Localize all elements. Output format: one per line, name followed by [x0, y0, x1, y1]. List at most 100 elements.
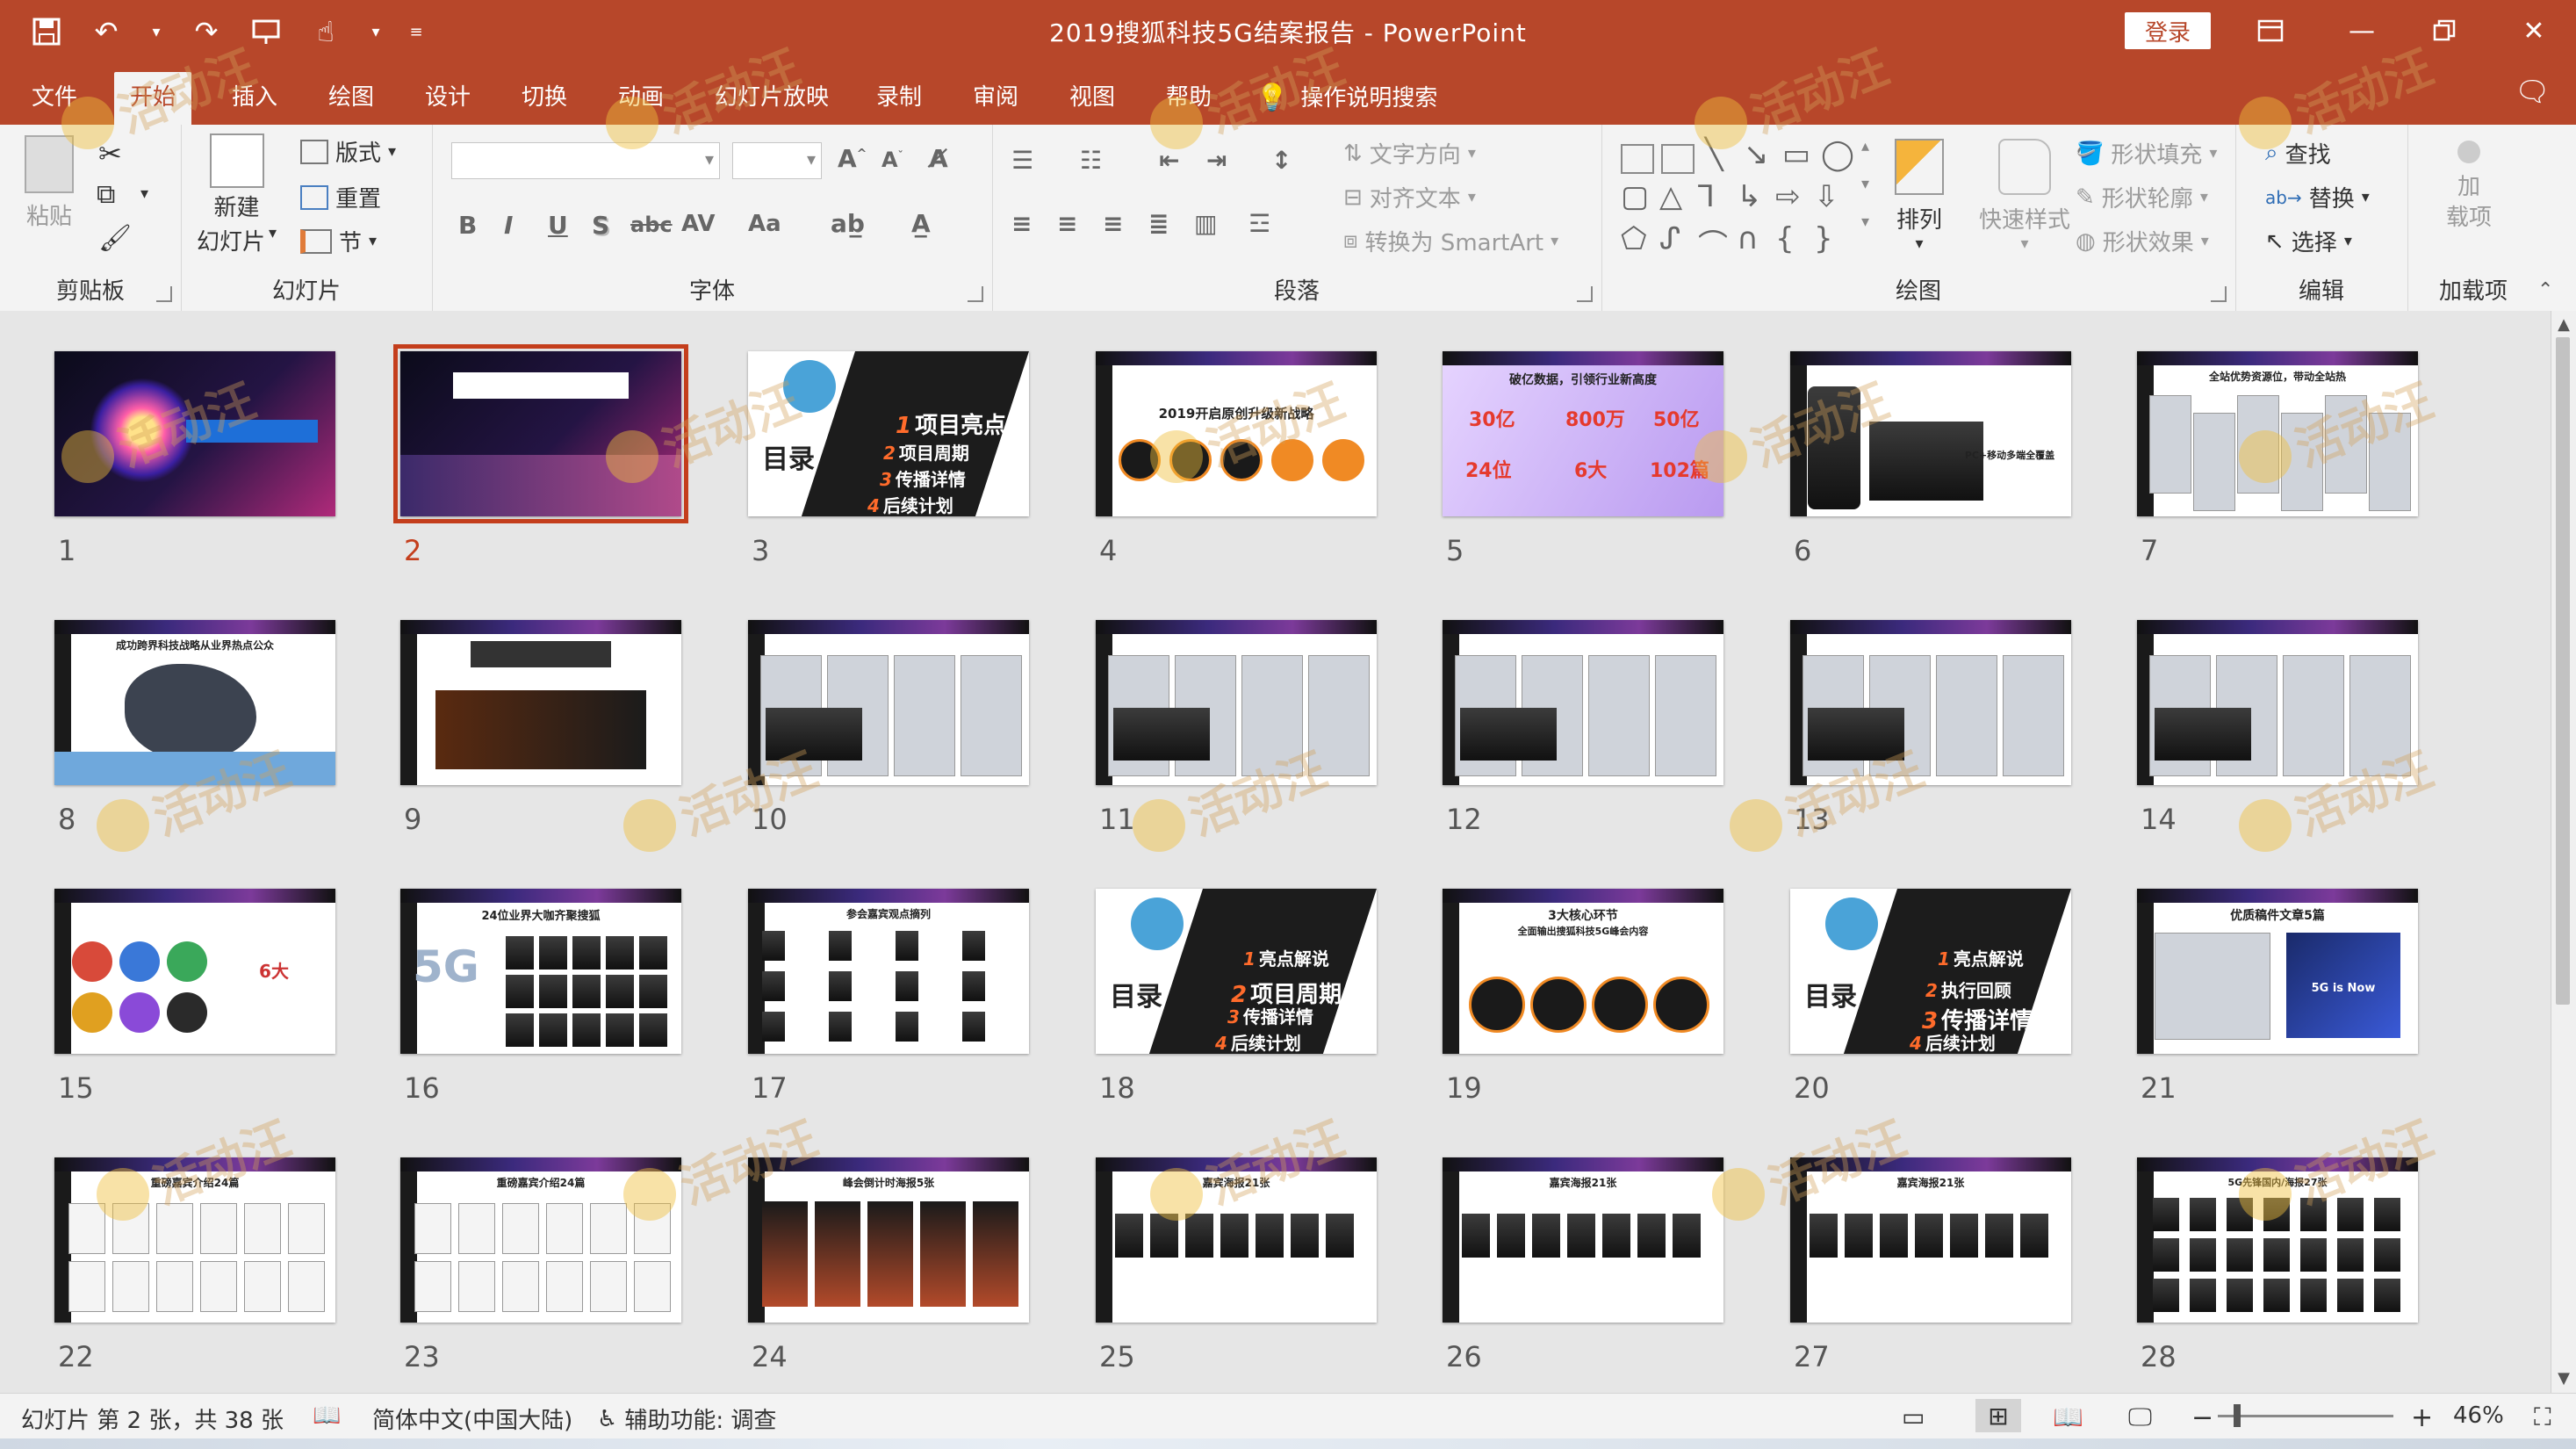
font-launcher-icon[interactable] [968, 286, 983, 302]
login-button[interactable]: 登录 [2125, 12, 2211, 49]
quick-styles-button[interactable]: 快速样式 ▾ [1979, 139, 2070, 253]
tab-help[interactable]: 帮助 [1150, 72, 1227, 125]
slide-thumbnail-16[interactable]: 24位业界大咖齐聚搜狐 5G [400, 889, 681, 1054]
select-button[interactable]: ↖ 选择 ▾ [2265, 225, 2352, 257]
shape-arrow-icon[interactable]: ↘ [1744, 137, 1769, 172]
clear-format-icon[interactable]: A̸ [929, 144, 948, 173]
tab-slideshow[interactable]: 幻灯片放映 [699, 72, 845, 125]
ribbon-display-icon[interactable] [2244, 9, 2297, 53]
shape-textbox-icon[interactable] [1621, 144, 1654, 174]
shape-fill-button[interactable]: 🪣 形状填充 ▾ [2076, 137, 2217, 169]
slide-thumbnail-11[interactable] [1096, 620, 1377, 785]
slide-count[interactable]: 幻灯片 第 2 张，共 38 张 [21, 1402, 284, 1435]
increase-indent-icon[interactable]: ⇥ [1206, 146, 1227, 175]
shape-arc-icon[interactable]: ⌒ [1698, 221, 1728, 264]
addins-button[interactable]: 加 载项 [2446, 141, 2492, 232]
shape-curve-icon[interactable]: ∩ [1737, 221, 1759, 256]
strikethrough-button[interactable]: abc [630, 213, 673, 237]
slide-thumbnail-28[interactable]: 5G先锋国内/海报27张 [2137, 1157, 2418, 1323]
language-indicator[interactable]: 简体中文(中国大陆) [372, 1402, 572, 1435]
paragraph-options-icon[interactable]: ☲ [1248, 209, 1270, 238]
accessibility-indicator[interactable]: ♿ 辅助功能: 调查 [597, 1402, 776, 1435]
smartart-button[interactable]: ⧈ 转换为 SmartArt ▾ [1343, 225, 1558, 257]
zoom-out-icon[interactable]: − [2191, 1402, 2213, 1433]
slide-thumbnail-3[interactable]: 目录 1 项目亮点 2 项目周期 3 传播详情 4 后续计划 [748, 351, 1029, 516]
slide-thumbnail-6[interactable]: PC+移动多端全覆盖 [1790, 351, 2071, 516]
comments-icon[interactable]: 🗨 [2515, 74, 2551, 109]
italic-button[interactable]: I [504, 211, 513, 240]
slide-thumbnail-26[interactable]: 嘉宾海报21张 [1443, 1157, 1723, 1323]
shape-elbow-icon[interactable]: ⅂ [1698, 179, 1715, 214]
slide-thumbnail-27[interactable]: 嘉宾海报21张 [1790, 1157, 2071, 1323]
slideshow-view-icon[interactable]: 🖵 [2128, 1402, 2152, 1432]
vertical-scrollbar[interactable]: ▲ ▼ [2551, 311, 2576, 1393]
slide-thumbnail-23[interactable]: 重磅嘉宾介绍24篇 [400, 1157, 681, 1323]
paste-button[interactable]: 粘贴 [25, 135, 74, 231]
slide-thumbnail-10[interactable] [748, 620, 1029, 785]
zoom-in-icon[interactable]: + [2411, 1402, 2433, 1433]
scroll-up-icon[interactable]: ▲ [2551, 313, 2576, 337]
collapse-ribbon-icon[interactable]: ⌃ [2537, 279, 2553, 301]
shape-oval-icon[interactable]: ◯ [1821, 137, 1854, 172]
minimize-icon[interactable]: — [2335, 9, 2388, 53]
align-center-icon[interactable]: ≡ [1057, 209, 1077, 238]
zoom-level[interactable]: 46% [2453, 1402, 2504, 1429]
shape-elbow-arrow-icon[interactable]: ↳ [1737, 179, 1762, 214]
replace-button[interactable]: ab→ 替换 ▾ [2265, 181, 2370, 213]
tab-insert[interactable]: 插入 [216, 72, 293, 125]
shape-down-arrow-icon[interactable]: ⇩ [1814, 179, 1839, 214]
underline-button[interactable]: U [548, 211, 568, 240]
slide-thumbnail-25[interactable]: 嘉宾海报21张 [1096, 1157, 1377, 1323]
normal-view-icon[interactable]: ▭ [1902, 1402, 1925, 1431]
fit-to-window-icon[interactable]: ⛶ [2534, 1402, 2551, 1432]
tab-review[interactable]: 审阅 [957, 72, 1034, 125]
tab-animations[interactable]: 动画 [602, 72, 680, 125]
highlight-icon[interactable]: ab̲ [831, 209, 865, 238]
slide-thumbnail-20[interactable]: 目录 1 亮点解说 2 执行回顾 3 传播详情 4 后续计划 [1790, 889, 2071, 1054]
bold-button[interactable]: B [458, 211, 477, 240]
spell-check-icon[interactable]: 📖 [313, 1402, 341, 1429]
reading-view-icon[interactable]: 📖 [2053, 1402, 2083, 1431]
change-case-button[interactable]: Aa [748, 211, 781, 237]
slide-thumbnail-1[interactable] [54, 351, 335, 516]
shape-brace-right-icon[interactable]: } [1814, 221, 1833, 256]
tab-draw[interactable]: 绘图 [313, 72, 390, 125]
shapes-scroll[interactable]: ▴ ▾ ▾ [1861, 137, 1869, 231]
shapes-scroll-down-icon[interactable]: ▾ [1861, 175, 1869, 193]
section-button[interactable]: 节 ▾ [300, 225, 377, 257]
numbering-icon[interactable]: ☷ [1080, 146, 1102, 175]
copy-icon[interactable]: ⧉ [97, 179, 115, 210]
slide-sorter-view-icon[interactable]: ⊞ [1975, 1399, 2021, 1432]
shapes-scroll-up-icon[interactable]: ▴ [1861, 137, 1869, 155]
tab-design[interactable]: 设计 [409, 72, 486, 125]
justify-icon[interactable]: ≣ [1148, 209, 1169, 238]
slide-thumbnail-14[interactable] [2137, 620, 2418, 785]
align-text-button[interactable]: ⊟ 对齐文本 ▾ [1343, 181, 1476, 213]
slide-thumbnail-4[interactable]: 2019开启原创升级新战略 [1096, 351, 1377, 516]
slide-thumbnail-17[interactable]: 参会嘉宾观点摘列 [748, 889, 1029, 1054]
restore-icon[interactable] [2418, 9, 2471, 53]
slide-thumbnail-19[interactable]: 3大核心环节 全面输出搜狐科技5G峰会内容 [1443, 889, 1723, 1054]
cut-icon[interactable]: ✂ [98, 137, 122, 170]
tab-file[interactable]: 文件 [16, 72, 93, 125]
slide-thumbnail-12[interactable] [1443, 620, 1723, 785]
slide-thumbnail-22[interactable]: 重磅嘉宾介绍24篇 [54, 1157, 335, 1323]
arrange-button[interactable]: 排列 ▾ [1895, 139, 1944, 253]
layout-button[interactable]: 版式 ▾ [300, 135, 396, 168]
tab-record[interactable]: 录制 [860, 72, 938, 125]
slide-thumbnail-15[interactable]: 6大 [54, 889, 335, 1054]
char-spacing-button[interactable]: AV [681, 211, 715, 237]
tab-home[interactable]: 开始 [114, 72, 192, 125]
copy-dropdown-icon[interactable]: ▾ [140, 184, 148, 203]
align-left-icon[interactable]: ≡ [1011, 209, 1032, 238]
shape-brace-left-icon[interactable]: { [1775, 221, 1795, 256]
scroll-thumb[interactable] [2556, 337, 2570, 1005]
shape-effects-button[interactable]: ◍ 形状效果 ▾ [2076, 225, 2209, 257]
paragraph-launcher-icon[interactable] [1577, 286, 1593, 302]
shadow-button[interactable]: S [592, 211, 609, 240]
slide-thumbnail-24[interactable]: 峰会倒计时海报5张 [748, 1157, 1029, 1323]
shape-freeform-icon[interactable]: ᔑ [1659, 221, 1680, 256]
decrease-indent-icon[interactable]: ⇤ [1159, 146, 1179, 175]
shape-triangle-icon[interactable]: △ [1659, 179, 1682, 214]
text-direction-button[interactable]: ⇅ 文字方向 ▾ [1343, 137, 1476, 169]
